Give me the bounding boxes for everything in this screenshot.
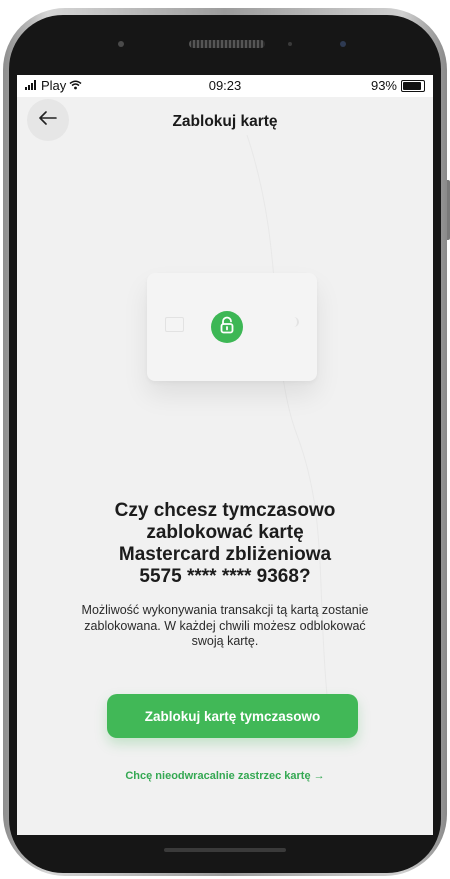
sensor-dot-small (288, 42, 292, 46)
lock-badge (211, 311, 243, 343)
confirmation-description: Możliwość wykonywania transakcji tą kart… (35, 603, 415, 650)
description-line: swoją kartę. (191, 634, 259, 648)
lock-icon (219, 316, 235, 339)
battery-fill (403, 81, 422, 90)
status-bar: Play 09:23 93% (17, 75, 433, 97)
description-line: zablokowana. W każdej chwili możesz odbl… (84, 618, 366, 633)
question-line: 5575 **** **** 9368? (139, 566, 311, 587)
page-title: Zablokuj kartę (172, 113, 278, 130)
front-camera (340, 41, 346, 47)
card-illustration (147, 273, 317, 381)
question-line: zablokować kartę (146, 522, 304, 543)
confirmation-question: Czy chcesz tymczasowo zablokować kartę M… (57, 500, 393, 588)
question-line: Mastercard zbliżeniowa (118, 544, 332, 565)
block-card-temporarily-button[interactable]: Zablokuj kartę tymczasowo (107, 694, 358, 738)
permanent-block-link[interactable]: Chcę nieodwracalnie zastrzec kartę → (17, 770, 433, 782)
question-line: Czy chcesz tymczasowo (114, 500, 336, 521)
battery-icon (401, 79, 425, 92)
contactless-icon (289, 317, 299, 327)
battery-percent: 93% (370, 78, 397, 93)
earpiece-speaker (189, 40, 265, 48)
sensor-dot (118, 41, 124, 47)
card-chip-icon (165, 317, 184, 332)
top-bar: Zablokuj kartę (17, 97, 433, 149)
app-screen: Play 09:23 93% Zablokuj kartę Czy chcesz… (17, 75, 433, 835)
home-indicator (164, 848, 286, 852)
phone-frame: Play 09:23 93% Zablokuj kartę Czy chcesz… (0, 0, 450, 879)
status-right: 93% (371, 78, 425, 93)
description-line: Możliwość wykonywania transakcji tą kart… (81, 603, 369, 617)
